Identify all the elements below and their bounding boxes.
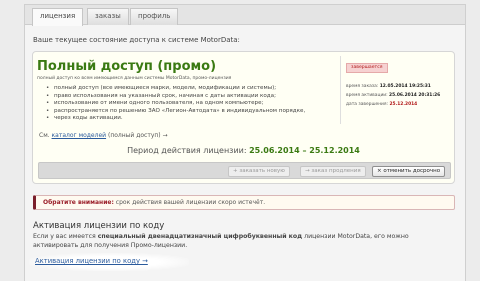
end-date-value: 25.12.2014 xyxy=(389,102,418,107)
end-date-row: дата завершения: 25.12.2014 xyxy=(346,102,417,107)
plan-subtitle: полный доступ ко всем имеющимся данным с… xyxy=(37,76,232,81)
catalog-line: См. каталог моделей (полный доступ) → xyxy=(39,132,168,139)
expiry-notice: Обратите внимание: срок действия вашей л… xyxy=(33,195,455,210)
order-new-button[interactable]: + заказать новую xyxy=(228,166,290,177)
activation-time-value: 25.06.2014 20:31:26 xyxy=(389,93,441,98)
activation-link-highlight: Активация лицензии по коду → xyxy=(29,253,189,271)
tab-bar: лицензия заказы профиль xyxy=(25,5,465,26)
catalog-suffix: (полный доступ) → xyxy=(107,132,168,139)
current-status-text: Ваше текущее состояние доступа к системе… xyxy=(33,36,240,44)
end-date-label: дата завершения: xyxy=(346,102,389,107)
catalog-link[interactable]: каталог моделей xyxy=(52,132,107,139)
feature-item: полный доступ (все имеющиеся марки, моде… xyxy=(46,85,346,93)
order-time-label: время заказа: xyxy=(346,84,379,89)
order-time-row: время заказа: 12.05.2014 19:25:31 xyxy=(346,84,431,89)
feature-list: полный доступ (все имеющиеся марки, моде… xyxy=(46,85,346,123)
order-time-value: 12.05.2014 19:25:31 xyxy=(379,84,431,89)
activation-link[interactable]: Активация лицензии по коду → xyxy=(35,257,148,265)
tab-profile[interactable]: профиль xyxy=(130,8,179,25)
license-panel: Полный доступ (промо) полный доступ ко в… xyxy=(32,51,455,184)
plan-title: Полный доступ (промо) xyxy=(37,59,217,74)
period-dates: 25.06.2014 – 25.12.2014 xyxy=(249,146,360,155)
feature-item-continued: через коды активации. xyxy=(46,115,346,123)
feature-item: право использования на указанный срок, н… xyxy=(46,93,346,101)
account-window: лицензия заказы профиль Ваше текущее сос… xyxy=(24,4,466,281)
catalog-prefix: См. xyxy=(39,132,50,139)
activation-title: Активация лицензии по коду xyxy=(33,221,165,231)
license-details: завершается время заказа: 12.05.2014 19:… xyxy=(340,56,452,124)
feature-item: распространяется по решению ЗАО «Легион-… xyxy=(46,108,346,116)
activation-time-label: время активации: xyxy=(346,93,388,98)
cancel-early-button[interactable]: × отменить досрочно xyxy=(372,166,446,177)
tab-license[interactable]: лицензия xyxy=(32,8,84,26)
order-extend-button[interactable]: → заказ продления xyxy=(300,166,366,177)
feature-item: использование от имени одного пользовате… xyxy=(46,100,346,108)
notice-text: срок действия вашей лицензии скоро истеч… xyxy=(115,199,266,206)
activation-time-row: время активации: 25.06.2014 20:31:26 xyxy=(346,93,440,98)
status-badge: завершается xyxy=(346,63,388,73)
notice-label: Обратите внимание: xyxy=(43,199,114,206)
action-bar: + заказать новую → заказ продления × отм… xyxy=(38,162,451,179)
activation-description: Если у вас имеется специальный двенадцат… xyxy=(33,233,453,250)
activation-text-start: Если у вас имеется xyxy=(33,233,96,240)
tab-orders[interactable]: заказы xyxy=(87,8,129,25)
activation-text-bold: специальный двенадцатизначный цифробукве… xyxy=(97,233,303,240)
period-label: Период действия лицензии: xyxy=(127,146,247,155)
license-period: Период действия лицензии: 25.06.2014 – 2… xyxy=(33,146,454,155)
